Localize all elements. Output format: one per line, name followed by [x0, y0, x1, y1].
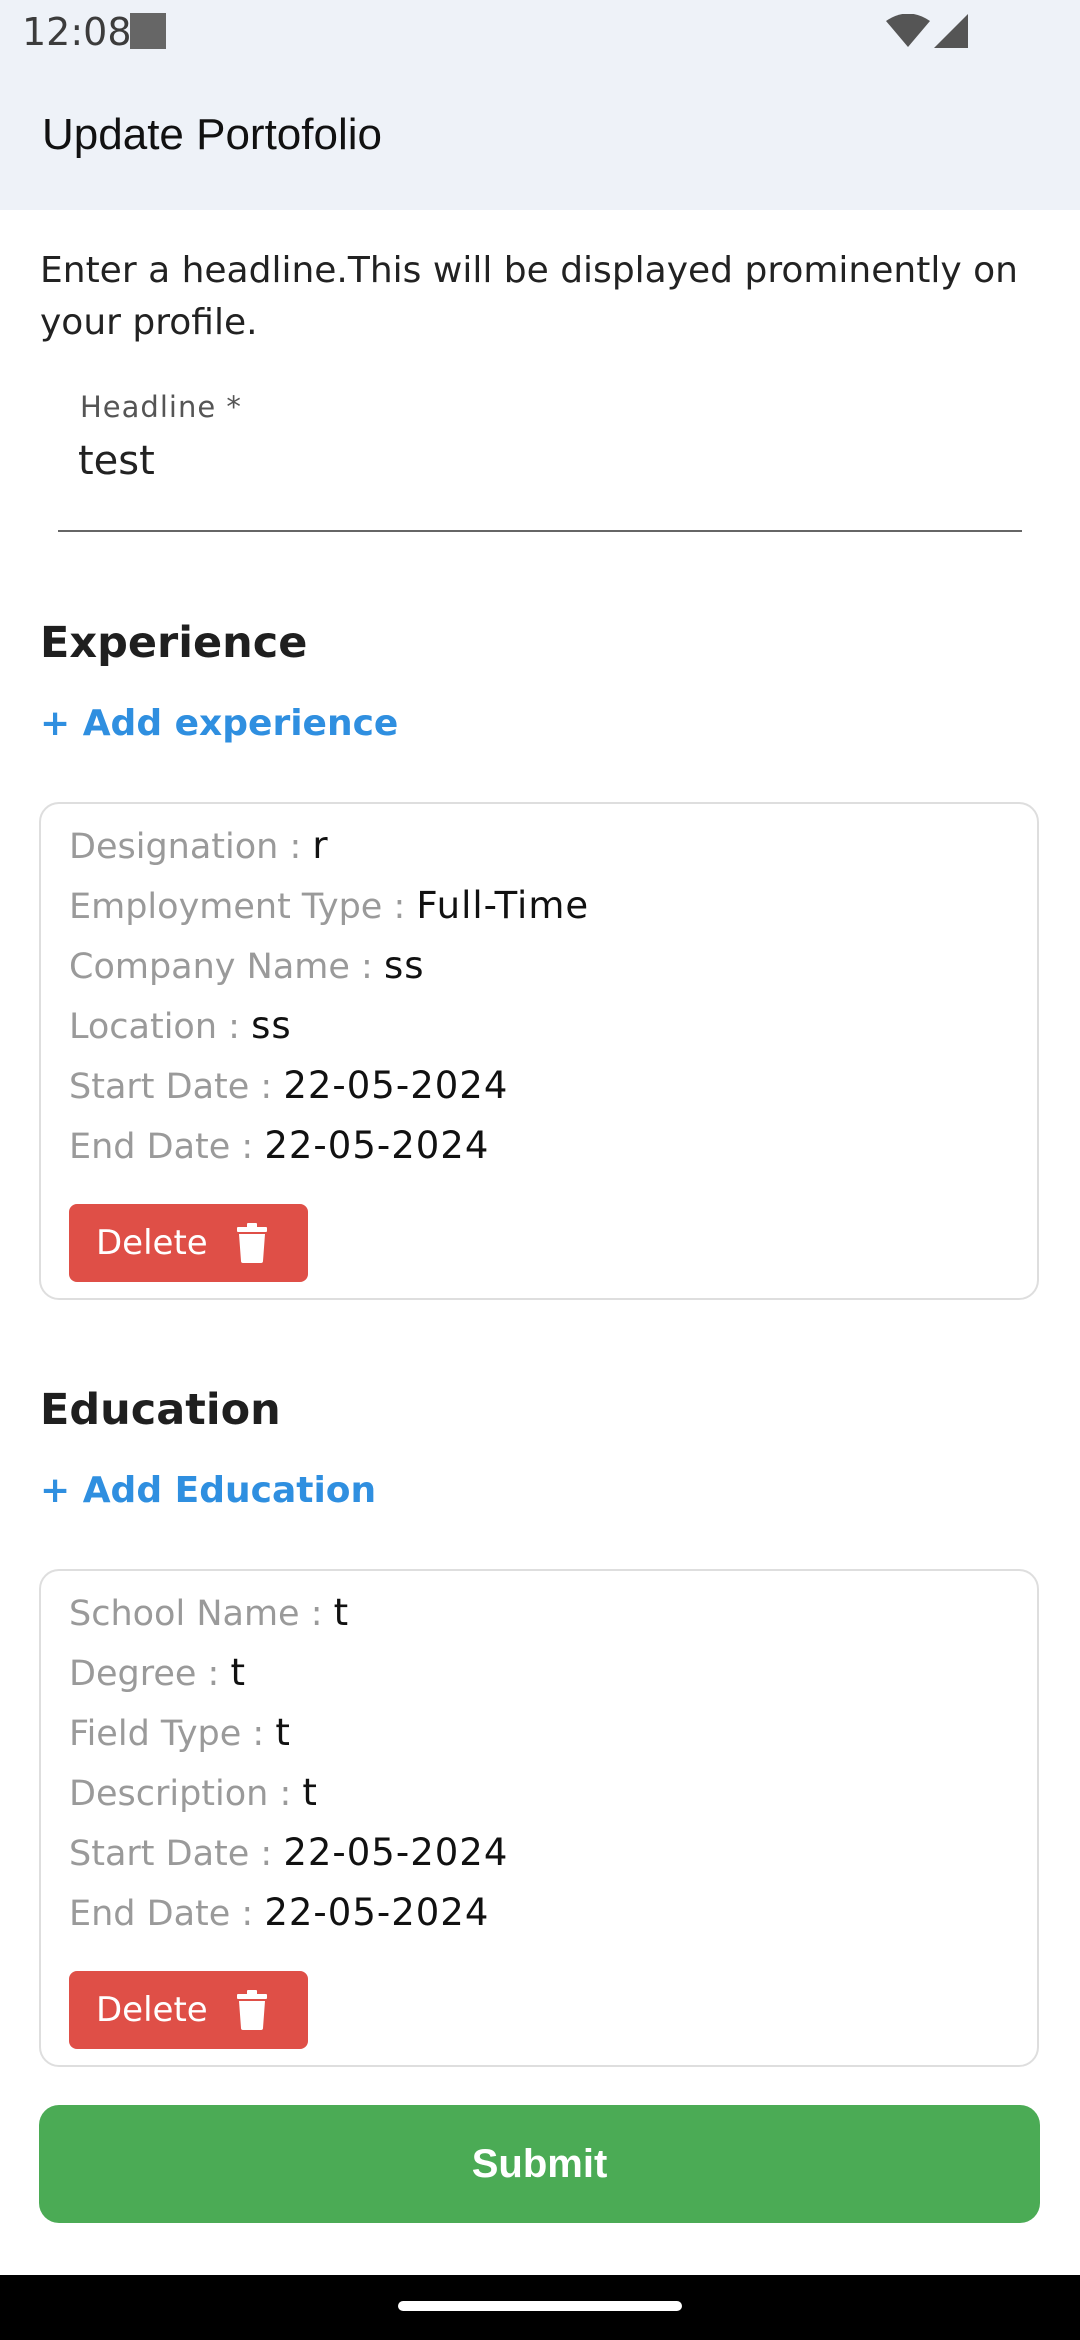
row-value: t	[302, 1771, 318, 1814]
headline-label: Headline *	[80, 390, 242, 424]
row-label: Degree :	[69, 1654, 231, 1694]
education-title: Education	[40, 1385, 281, 1435]
row-value: r	[312, 824, 329, 867]
row-label: Start Date :	[69, 1067, 284, 1107]
experience-designation-row: Designation : r	[69, 821, 329, 872]
experience-company-row: Company Name : ss	[69, 941, 425, 992]
row-value: t	[333, 1591, 350, 1634]
education-end-date-row: End Date : 22-05-2024	[69, 1888, 489, 1939]
submit-button[interactable]: Submit	[39, 2105, 1040, 2223]
row-label: Start Date :	[69, 1834, 284, 1874]
delete-button-label: Delete	[96, 1990, 208, 2030]
education-field-type-row: Field Type : t	[69, 1708, 291, 1759]
headline-input[interactable]: test	[78, 438, 155, 484]
education-start-date-row: Start Date : 22-05-2024	[69, 1828, 508, 1879]
row-value: Full-Time	[416, 884, 590, 927]
status-time: 12:08	[22, 10, 132, 54]
row-value: ss	[251, 1004, 292, 1047]
trash-icon	[237, 1223, 267, 1263]
top-bar: 12:08 Update Portofolio	[0, 0, 1080, 210]
wifi-icon	[886, 14, 930, 47]
education-description-row: Description : t	[69, 1768, 318, 1819]
headline-underline	[58, 530, 1022, 532]
notification-icon	[130, 13, 166, 49]
signal-icon	[934, 14, 968, 48]
row-label: Employment Type :	[69, 887, 417, 927]
row-value: 22-05-2024	[264, 1891, 490, 1934]
row-label: Field Type :	[69, 1714, 276, 1754]
row-label: Designation :	[69, 827, 313, 867]
trash-icon	[237, 1990, 267, 2030]
education-school-row: School Name : t	[69, 1588, 349, 1639]
experience-location-row: Location : ss	[69, 1001, 292, 1052]
row-label: End Date :	[69, 1894, 265, 1934]
experience-employment-type-row: Employment Type : Full-Time	[69, 881, 589, 932]
row-value: 22-05-2024	[283, 1831, 509, 1874]
home-gesture-handle[interactable]	[398, 2301, 682, 2311]
add-education-link[interactable]: + Add Education	[40, 1467, 376, 1515]
headline-instructions: Enter a headline.This will be displayed …	[40, 250, 1018, 343]
row-label: End Date :	[69, 1127, 265, 1167]
experience-start-date-row: Start Date : 22-05-2024	[69, 1061, 508, 1112]
status-icons	[886, 14, 968, 48]
education-degree-row: Degree : t	[69, 1648, 246, 1699]
education-card: School Name : t Degree : t Field Type : …	[39, 1569, 1039, 2067]
experience-end-date-row: End Date : 22-05-2024	[69, 1121, 489, 1172]
row-value: t	[275, 1711, 291, 1754]
system-nav-bar	[0, 2275, 1080, 2340]
row-value: ss	[383, 944, 425, 987]
delete-button-label: Delete	[96, 1223, 208, 1263]
row-label: Location :	[69, 1007, 252, 1047]
row-label: Company Name :	[69, 947, 384, 987]
row-value: t	[230, 1651, 246, 1694]
row-label: School Name :	[69, 1594, 334, 1634]
row-value: 22-05-2024	[283, 1064, 509, 1107]
row-value: 22-05-2024	[264, 1124, 490, 1167]
row-label: Description :	[69, 1774, 303, 1814]
page-title: Update Portofolio	[42, 110, 382, 159]
experience-title: Experience	[40, 618, 308, 668]
add-experience-link[interactable]: + Add experience	[40, 700, 398, 748]
delete-experience-button[interactable]: Delete	[69, 1204, 308, 1282]
experience-card: Designation : r Employment Type : Full-T…	[39, 802, 1039, 1300]
screen: 12:08 Update Portofolio Enter a headline…	[0, 0, 1080, 2340]
delete-education-button[interactable]: Delete	[69, 1971, 308, 2049]
